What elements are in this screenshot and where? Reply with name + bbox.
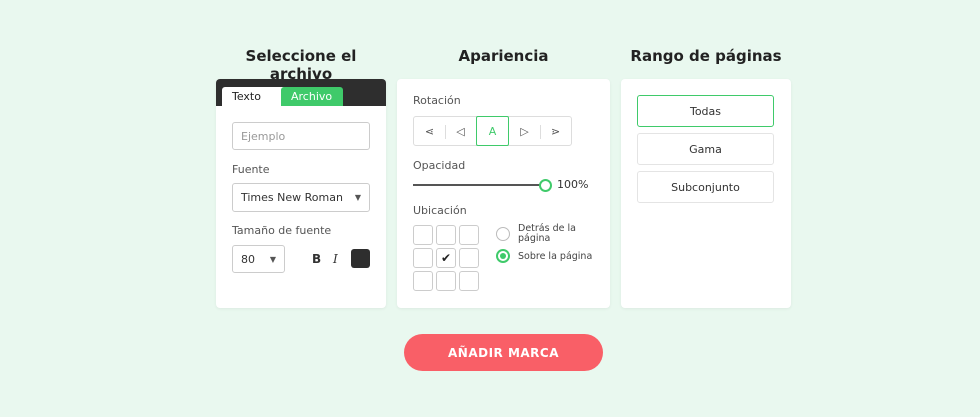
file-settings-card: Texto Archivo Fuente Times New Roman ▼ T… — [216, 79, 386, 308]
font-label: Fuente — [232, 163, 270, 176]
source-tab-bar: Texto Archivo — [216, 79, 386, 106]
page-range-card: Todas Gama Subconjunto — [621, 79, 791, 308]
location-label: Ubicación — [413, 204, 467, 217]
range-option-subset[interactable]: Subconjunto — [637, 171, 774, 203]
font-size-select[interactable]: 80 ▼ — [232, 245, 285, 273]
grid-cell-bottom-left[interactable] — [413, 271, 433, 291]
radio-over-page-label: Sobre la página — [518, 251, 593, 262]
range-option-all[interactable]: Todas — [637, 95, 774, 127]
radio-behind-page-label: Detrás de la página — [518, 223, 576, 244]
rotate-diagonal-right-icon[interactable]: ◁ — [509, 117, 540, 145]
grid-cell-middle-right[interactable] — [459, 248, 479, 268]
font-select[interactable]: Times New Roman ▼ — [232, 183, 370, 212]
chevron-down-icon: ▼ — [354, 193, 361, 202]
opacity-slider-track[interactable] — [413, 184, 543, 186]
opacity-label: Opacidad — [413, 159, 466, 172]
position-grid: ✔ — [413, 225, 479, 291]
checkmark-icon: ✔ — [440, 251, 452, 265]
rotate-left-icon[interactable]: ⋖ — [414, 117, 445, 145]
watermark-text-input[interactable] — [232, 122, 370, 150]
font-color-swatch[interactable] — [351, 249, 370, 268]
appearance-column-title: Apariencia — [458, 47, 549, 65]
radio-behind-page[interactable] — [496, 227, 510, 241]
add-watermark-button[interactable]: AÑADIR MARCA — [404, 334, 603, 371]
bold-button[interactable]: B — [312, 252, 321, 266]
grid-cell-center-checked[interactable]: ✔ — [436, 248, 456, 268]
rotate-right-icon[interactable]: ⋗ — [540, 117, 571, 145]
rotate-diagonal-left-icon[interactable]: ◁ — [445, 117, 476, 145]
grid-cell-top-right[interactable] — [459, 225, 479, 245]
font-size-label: Tamaño de fuente — [232, 224, 332, 237]
tab-archivo[interactable]: Archivo — [281, 87, 343, 106]
grid-cell-bottom-right[interactable] — [459, 271, 479, 291]
tab-texto[interactable]: Texto — [222, 87, 286, 106]
rotation-button-group: ⋖ ◁ A ◁ ⋗ — [413, 116, 572, 146]
chevron-down-icon: ▼ — [269, 254, 276, 264]
font-select-value: Times New Roman — [241, 191, 343, 204]
grid-cell-middle-left[interactable] — [413, 248, 433, 268]
rotation-label: Rotación — [413, 94, 461, 107]
page-range-column-title: Rango de páginas — [630, 47, 782, 65]
font-size-value: 80 — [241, 252, 255, 266]
file-column-title: Seleccione el archivo — [245, 47, 357, 83]
range-option-range[interactable]: Gama — [637, 133, 774, 165]
grid-cell-top-center[interactable] — [436, 225, 456, 245]
opacity-slider-thumb[interactable] — [539, 179, 552, 192]
grid-cell-bottom-center[interactable] — [436, 271, 456, 291]
italic-button[interactable]: I — [333, 252, 338, 266]
grid-cell-top-left[interactable] — [413, 225, 433, 245]
opacity-value: 100% — [557, 178, 589, 191]
radio-over-page[interactable] — [496, 249, 510, 263]
rotate-none-button[interactable]: A — [476, 116, 509, 146]
appearance-card: Rotación ⋖ ◁ A ◁ ⋗ Opacidad 100% Ubicaci… — [397, 79, 610, 308]
